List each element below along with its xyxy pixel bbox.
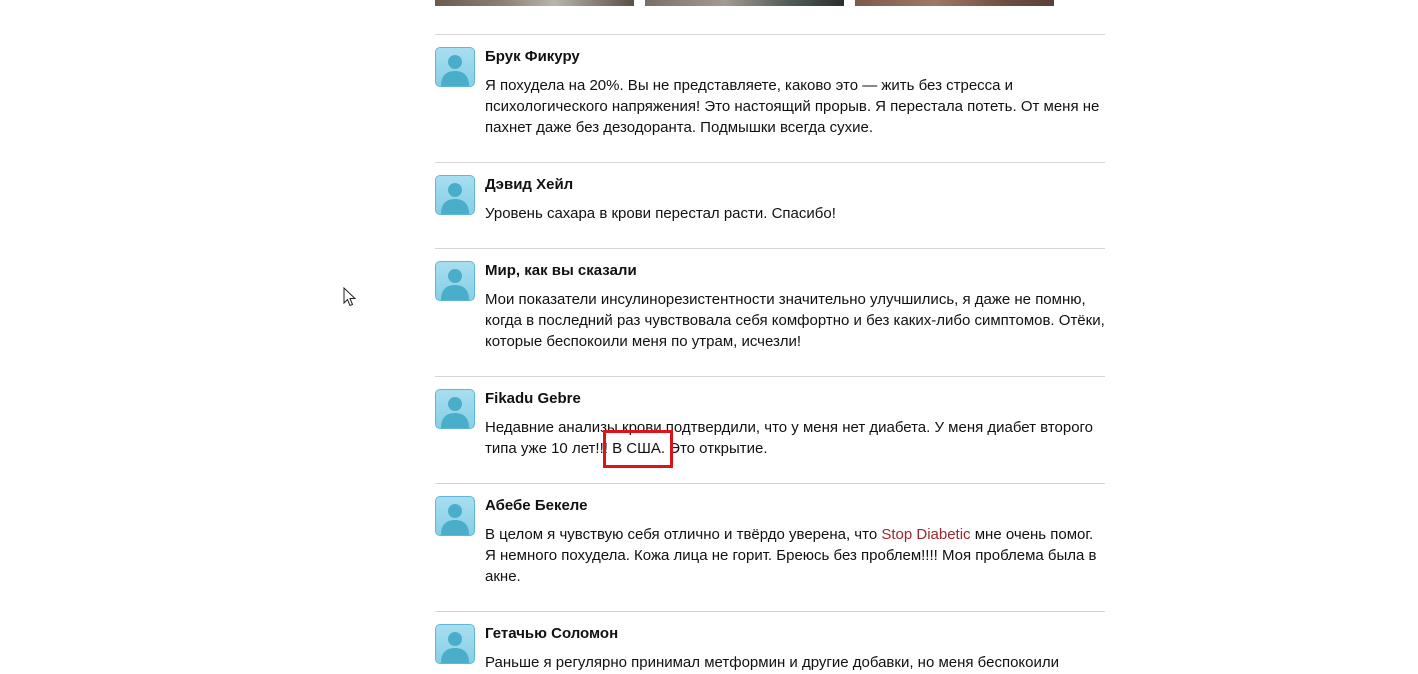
comment-text-line: когда в последний раз чувствовала себя к… xyxy=(485,312,1105,329)
comment-text-line: пахнет даже без дезодоранта. Подмышки вс… xyxy=(485,119,874,136)
comment-text: Раньше я регулярно принимал метформин и … xyxy=(485,652,1105,673)
divider xyxy=(435,483,1105,484)
comment-text: Недавние анализы крови подтвердили, что … xyxy=(485,417,1105,459)
comment-text-line: Мои показатели инсулинорезистентности зн… xyxy=(485,291,1086,308)
divider xyxy=(435,611,1105,612)
photo-thumbnail[interactable] xyxy=(645,0,844,6)
avatar-icon xyxy=(435,47,475,87)
comment-text-line: психологического напряжения! Это настоящ… xyxy=(485,98,1100,115)
comment-text-line: Раньше я регулярно принимал метформин и … xyxy=(485,654,1059,671)
comment-text-line: акне. xyxy=(485,568,521,585)
page: Брук Фикуру Я похудела на 20%. Вы не пре… xyxy=(0,0,1418,674)
comment-text-line: Я похудела на 20%. Вы не представляете, … xyxy=(485,77,1014,94)
mouse-pointer-icon xyxy=(343,287,357,307)
comment-text-segment: типа уже 10 лет!! xyxy=(485,440,604,457)
comment-author: Брук Фикуру xyxy=(485,48,580,65)
avatar-icon xyxy=(435,261,475,301)
comment-text-line: которые беспокоили меня по утрам, исчезл… xyxy=(485,333,802,350)
comment-text: Я похудела на 20%. Вы не представляете, … xyxy=(485,75,1105,138)
comment-text-line: типа уже 10 лет!!! В США. Это открытие. xyxy=(485,438,1105,459)
comment-text-segment: Это открытие. xyxy=(665,440,768,457)
photo-thumbnail[interactable] xyxy=(855,0,1054,6)
comment-text-line: Уровень сахара в крови перестал расти. С… xyxy=(485,205,836,222)
divider xyxy=(435,34,1105,35)
avatar-icon xyxy=(435,389,475,429)
comment-text-segment: В целом я чувствую себя отлично и твёрдо… xyxy=(485,526,882,543)
comment-text-line: В целом я чувствую себя отлично и твёрдо… xyxy=(485,524,1105,545)
comment-author: Гетачью Соломон xyxy=(485,625,619,642)
highlighted-text: ! В США. xyxy=(603,440,666,457)
avatar-icon xyxy=(435,624,475,664)
comment-text: В целом я чувствую себя отлично и твёрдо… xyxy=(485,524,1105,587)
comment-author: Fikadu Gebre xyxy=(485,390,581,407)
avatar-icon xyxy=(435,496,475,536)
comment-author: Мир, как вы сказали xyxy=(485,262,637,279)
brand-link[interactable]: Stop Diabetic xyxy=(881,526,970,543)
photo-thumbnail[interactable] xyxy=(435,0,634,6)
divider xyxy=(435,376,1105,377)
avatar-icon xyxy=(435,175,475,215)
comment-text-segment: мне очень помог. xyxy=(970,526,1094,543)
divider xyxy=(435,162,1105,163)
comment-text-line: Я немного похудела. Кожа лица не горит. … xyxy=(485,547,1097,564)
comment-text: Мои показатели инсулинорезистентности зн… xyxy=(485,289,1105,352)
divider xyxy=(435,248,1105,249)
comment-author: Абебе Бекеле xyxy=(485,497,588,514)
comment-author: Дэвид Хейл xyxy=(485,176,574,193)
comment-text-line: Недавние анализы крови подтвердили, что … xyxy=(485,419,1094,436)
comment-text: Уровень сахара в крови перестал расти. С… xyxy=(485,203,1105,224)
